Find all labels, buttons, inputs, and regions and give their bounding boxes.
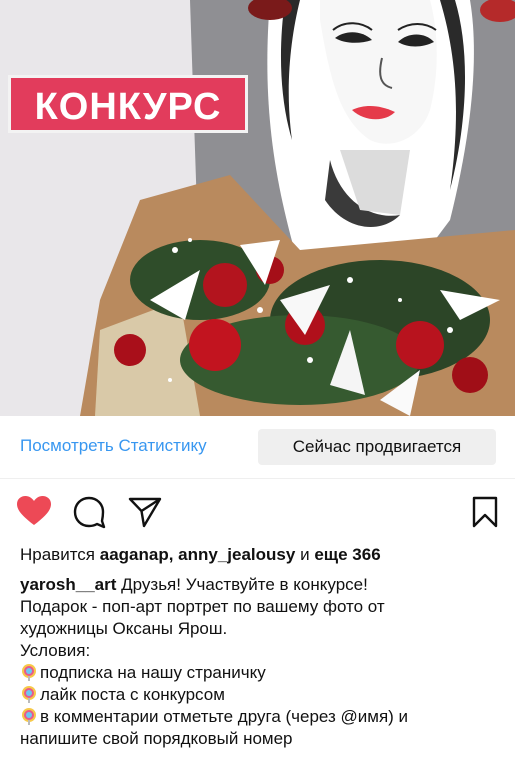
caption-line-4: Условия: — [20, 641, 91, 660]
likes-prefix: Нравится — [20, 545, 96, 564]
contest-badge: КОНКУРС — [8, 75, 248, 133]
liked-by-users[interactable]: aaganap, anny_jealousy — [100, 545, 296, 564]
condition-text-1: подписка на нашу страничку — [40, 663, 266, 682]
comment-icon[interactable] — [72, 495, 106, 529]
promoted-status-button[interactable]: Сейчас продвигается — [258, 429, 496, 465]
likes-conjunction: и — [300, 545, 310, 564]
post-caption: yarosh__art Друзья! Участвуйте в конкурс… — [20, 574, 505, 750]
caption-line-2: Подарок - поп-арт портрет по вашему фото… — [20, 597, 385, 616]
likes-summary[interactable]: Нравится aaganap, anny_jealousy и еще 36… — [20, 545, 381, 565]
caption-line-3: художницы Оксаны Ярош. — [20, 619, 228, 638]
caption-text-1: Друзья! Участвуйте в конкурсе! — [121, 575, 368, 594]
caption-line-8: напишите свой порядковый номер — [20, 729, 293, 748]
divider — [0, 478, 515, 479]
condition-text-3: в комментарии отметьте друга (через @имя… — [40, 707, 409, 726]
lollipop-icon — [22, 664, 36, 681]
post-photo[interactable]: КОНКУРС — [0, 0, 515, 416]
condition-item-1: подписка на нашу страничку — [20, 662, 505, 684]
caption-username[interactable]: yarosh__art — [20, 575, 116, 594]
bookmark-icon[interactable] — [472, 496, 498, 528]
share-icon[interactable] — [128, 496, 162, 528]
promotion-bar: Посмотреть Статистику Сейчас продвигаетс… — [0, 416, 515, 478]
likes-count[interactable]: еще 366 — [314, 545, 380, 564]
condition-item-2: лайк поста с конкурсом — [20, 684, 505, 706]
lollipop-icon — [22, 708, 36, 725]
condition-text-2: лайк поста с конкурсом — [40, 685, 225, 704]
view-insights-link[interactable]: Посмотреть Статистику — [20, 436, 207, 456]
post-image-artwork — [0, 0, 515, 416]
lollipop-icon — [22, 686, 36, 703]
condition-item-3: в комментарии отметьте друга (через @имя… — [20, 706, 505, 728]
caption-line-1: yarosh__art Друзья! Участвуйте в конкурс… — [20, 574, 505, 596]
heart-filled-icon[interactable] — [16, 495, 52, 527]
